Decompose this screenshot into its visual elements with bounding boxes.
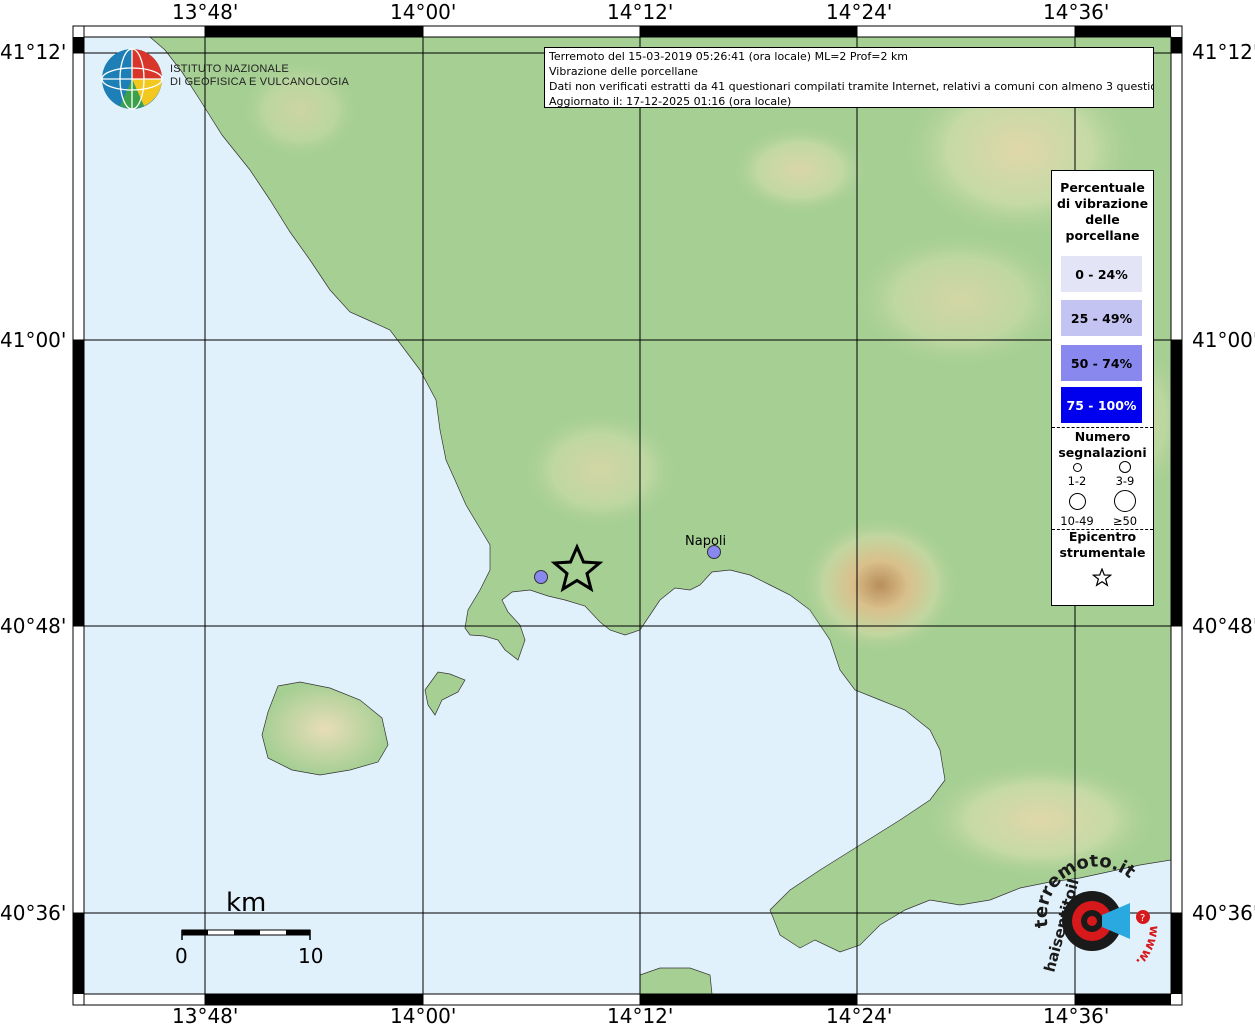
legend-epicenter-title: Epicentro [1068, 529, 1137, 544]
island-capri [639, 967, 713, 994]
legend-swatch-50-74: 50 - 74% [1061, 345, 1142, 381]
lat-label-left: 40°36' [0, 901, 67, 925]
lat-label-right: 41°00' [1192, 328, 1255, 352]
lon-label-bottom: 14°36' [1043, 1004, 1110, 1028]
lon-label-top: 14°24' [826, 0, 893, 24]
legend-title-line: delle [1085, 212, 1120, 227]
map-terrain [84, 37, 1171, 994]
haisentitoilterremoto-logo[interactable]: ? terremoto.it www. haisentitoil [1030, 855, 1160, 985]
legend: Percentuale di vibrazione delle porcella… [1051, 170, 1154, 606]
count-label: 3-9 [1115, 474, 1135, 488]
legend-count-title: segnalazioni [1058, 445, 1147, 460]
legend-count-title: Numero [1074, 429, 1131, 444]
lon-label-bottom: 14°00' [390, 1004, 457, 1028]
legend-swatch-0-24: 0 - 24% [1061, 256, 1142, 292]
count-circle-large [1069, 493, 1086, 510]
city-label-napoli: Napoli [685, 534, 727, 549]
update-date: Aggiornato il: 17-12-2025 01:16 (ora loc… [549, 95, 792, 108]
event-info-box: Terremoto del 15-03-2019 05:26:41 (ora l… [544, 47, 1154, 108]
legend-epicenter-title: strumentale [1059, 545, 1146, 560]
lat-label-right: 41°12' [1192, 40, 1255, 64]
lat-label-right: 40°36' [1192, 901, 1255, 925]
legend-divider [1052, 427, 1153, 428]
ingv-logo-icon [101, 48, 163, 110]
event-title: Terremoto del 15-03-2019 05:26:41 (ora l… [549, 50, 909, 63]
institute-name: ISTITUTO NAZIONALE DI GEOFISICA E VULCAN… [170, 63, 349, 88]
lon-label-top: 14°12' [607, 0, 674, 24]
lon-label-top: 14°36' [1043, 0, 1110, 24]
legend-swatch-25-49: 25 - 49% [1061, 300, 1142, 336]
legend-title-line: di vibrazione [1056, 196, 1149, 211]
lat-label-left: 41°12' [0, 40, 67, 64]
svg-text:www.: www. [1132, 925, 1160, 969]
count-label: 1-2 [1067, 474, 1087, 488]
count-circle-xlarge [1114, 490, 1136, 512]
map-subject: Vibrazione delle porcellane [549, 65, 698, 78]
lat-label-left: 41°00' [0, 328, 67, 352]
scale-min: 0 [175, 944, 188, 968]
legend-star-icon [1092, 568, 1112, 587]
lat-label-left: 40°48' [0, 614, 67, 638]
count-label: ≥50 [1112, 514, 1138, 528]
scale-max: 10 [298, 944, 324, 968]
count-circle-small [1073, 463, 1082, 472]
legend-title-line: porcellane [1065, 228, 1140, 243]
lon-label-top: 13°48' [172, 0, 239, 24]
count-label: 10-49 [1060, 514, 1094, 528]
scale-unit: km [226, 888, 267, 918]
count-circle-medium [1119, 461, 1131, 473]
lon-label-bottom: 14°24' [826, 1004, 893, 1028]
legend-swatch-75-100: 75 - 100% [1061, 387, 1142, 423]
data-note: Dati non verificati estratti da 41 quest… [549, 80, 1154, 93]
place-marker-pozzuoli[interactable] [534, 570, 548, 584]
svg-text:?: ? [1140, 913, 1145, 924]
badge-text-bottom: www. [1132, 925, 1160, 969]
lon-label-top: 14°00' [390, 0, 457, 24]
lon-label-bottom: 13°48' [172, 1004, 239, 1028]
lon-label-bottom: 14°12' [607, 1004, 674, 1028]
lat-label-right: 40°48' [1192, 614, 1255, 638]
legend-title-line: Percentuale [1060, 180, 1145, 195]
